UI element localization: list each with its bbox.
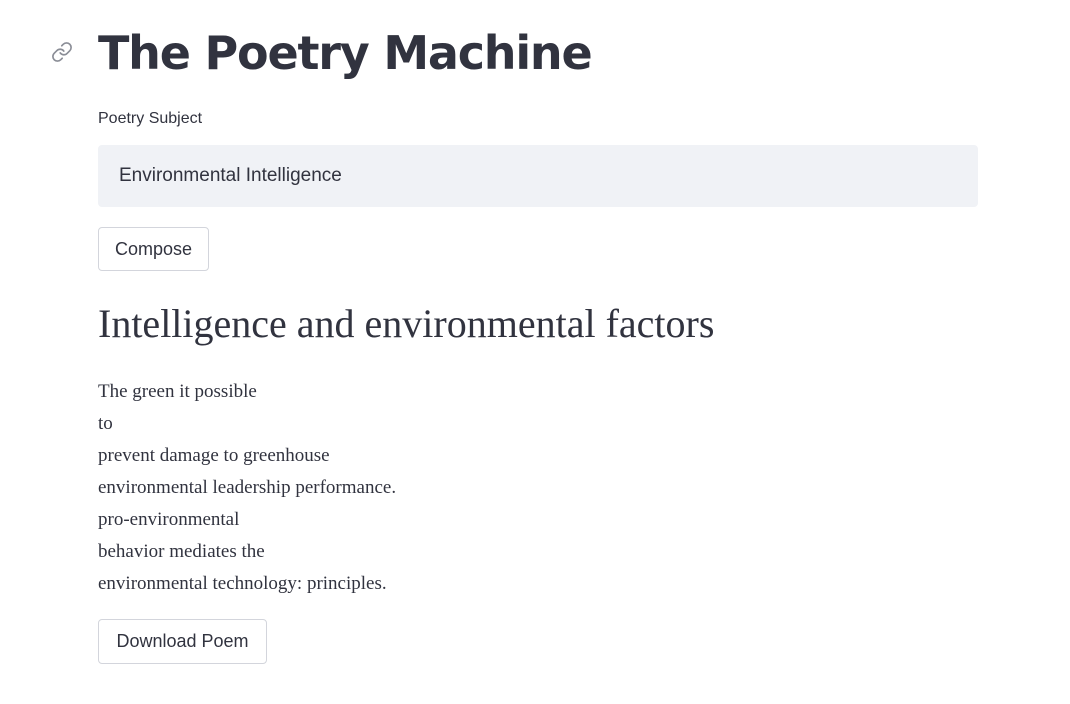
poem-line: environmental leadership performance. (98, 477, 397, 498)
compose-button[interactable]: Compose (98, 227, 209, 271)
download-poem-button[interactable]: Download Poem (98, 619, 267, 664)
title-row: The Poetry Machine (52, 0, 978, 106)
poem-line: The green it possible (98, 381, 257, 402)
poem-body: The green it possible to prevent damage … (98, 376, 396, 600)
poem-line: prevent damage to greenhouse (98, 445, 330, 466)
poem-line: to (98, 413, 113, 434)
poem-title: Intelligence and environmental factors (98, 301, 715, 346)
main-content: The Poetry Machine Poetry Subject Compos… (52, 0, 978, 664)
link-icon[interactable] (50, 40, 74, 64)
poem-line: behavior mediates the (98, 541, 265, 562)
page-title: The Poetry Machine (98, 26, 593, 80)
poem-line: pro-environmental (98, 509, 240, 530)
poem-line: environmental technology: principles. (98, 573, 387, 594)
poetry-subject-input[interactable] (98, 145, 978, 207)
poetry-subject-label: Poetry Subject (98, 110, 203, 127)
